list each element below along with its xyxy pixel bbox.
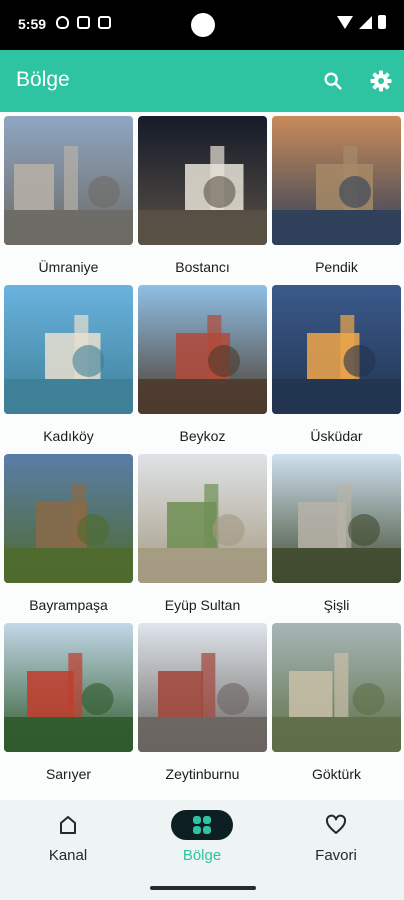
region-card[interactable]: Bostancı [138, 116, 267, 285]
nav-item-kanal[interactable]: Kanal [1, 810, 135, 870]
region-card[interactable]: Pendik [272, 116, 401, 285]
region-name: Üsküdar [310, 427, 363, 444]
nav-item-favori[interactable]: Favori [269, 810, 403, 870]
battery-icon [378, 15, 386, 29]
region-photo [138, 116, 267, 245]
region-photo [272, 285, 401, 414]
region-card[interactable]: Şişli [272, 454, 401, 623]
nav-label: Favori [315, 847, 357, 864]
region-photo [138, 454, 267, 583]
nav-label: Kanal [48, 847, 88, 864]
region-card[interactable]: Beykoz [138, 285, 267, 454]
status-bar: 5:59 [0, 0, 404, 50]
home-icon [60, 816, 76, 834]
camera-cutout [191, 13, 215, 37]
region-photo-image [272, 285, 401, 414]
region-photo-image [138, 285, 267, 414]
nav-icon-container [305, 810, 367, 840]
region-card[interactable]: Göktürk [272, 623, 401, 792]
region-name: Beykoz [179, 427, 226, 444]
notification-icon [98, 16, 111, 29]
region-photo-image [4, 623, 133, 752]
home-indicator [150, 886, 256, 890]
region-photo [4, 285, 133, 414]
region-photo-image [138, 454, 267, 583]
region-photo-image [4, 285, 133, 414]
region-name: Bostancı [175, 258, 230, 275]
heart-icon [325, 814, 347, 834]
region-grid: Ümraniye Bostancı Pendik Kadıköy Beykoz Üsküd… [4, 116, 401, 792]
status-notification-icons [56, 16, 111, 29]
region-photo [4, 623, 133, 752]
region-photo [4, 116, 133, 245]
nav-icon-container [171, 810, 233, 840]
region-photo-image [4, 116, 133, 245]
region-list[interactable]: Ümraniye Bostancı Pendik Kadıköy Beykoz Üsküd… [0, 112, 404, 800]
region-photo-image [4, 454, 133, 583]
region-card[interactable]: Zeytinburnu [138, 623, 267, 792]
status-system-icons [337, 15, 386, 29]
page-title: Bölge [16, 68, 70, 91]
signal-icon [359, 15, 372, 29]
region-card[interactable]: Bayrampaşa [4, 454, 133, 623]
region-photo-image [272, 116, 401, 245]
nav-icon-container [37, 810, 99, 840]
region-name: Pendik [315, 258, 358, 275]
wifi-icon [337, 15, 353, 29]
region-card[interactable]: Ümraniye [4, 116, 133, 285]
region-card[interactable]: Eyüp Sultan [138, 454, 267, 623]
region-photo [272, 454, 401, 583]
region-name: Göktürk [311, 765, 361, 782]
bottom-navigation: Kanal Bölge Favori [0, 800, 404, 900]
region-name: Bayrampaşa [29, 596, 108, 613]
region-photo [272, 116, 401, 245]
region-photo [4, 454, 133, 583]
region-photo-image [138, 116, 267, 245]
nav-label: Bölge [182, 847, 222, 864]
region-name: Kadıköy [43, 427, 94, 444]
region-name: Şişli [323, 596, 350, 613]
settings-button[interactable] [367, 67, 395, 95]
search-icon [324, 72, 342, 90]
region-photo-image [272, 623, 401, 752]
region-name: Sarıyer [45, 765, 92, 782]
region-card[interactable]: Sarıyer [4, 623, 133, 792]
nav-item-bolge[interactable]: Bölge [135, 810, 269, 870]
region-name: Eyüp Sultan [164, 596, 241, 613]
region-card[interactable]: Kadıköy [4, 285, 133, 454]
region-name: Ümraniye [38, 258, 99, 275]
gear-icon [370, 70, 392, 92]
region-card[interactable]: Üsküdar [272, 285, 401, 454]
region-photo-image [138, 623, 267, 752]
grid-icon [193, 816, 211, 834]
region-name: Zeytinburnu [165, 765, 240, 782]
search-button[interactable] [319, 67, 347, 95]
shield-icon [56, 16, 69, 29]
region-photo [138, 623, 267, 752]
region-photo [272, 623, 401, 752]
region-photo-image [272, 454, 401, 583]
sim-card-icon [77, 16, 90, 29]
status-time: 5:59 [18, 16, 47, 32]
region-photo [138, 285, 267, 414]
app-bar: Bölge [0, 50, 404, 112]
